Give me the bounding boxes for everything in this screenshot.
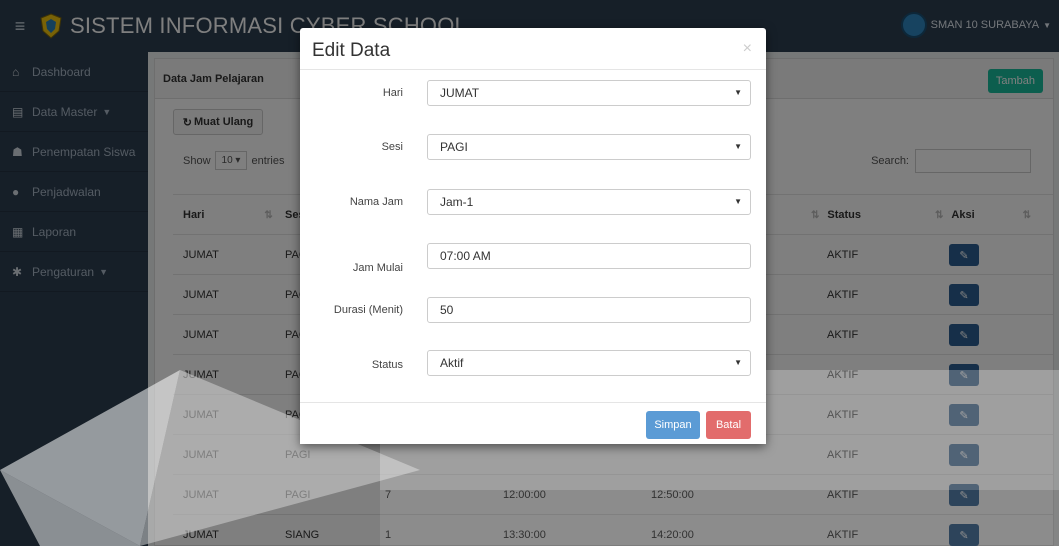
nama-jam-select[interactable]: Jam-1 ▼: [427, 189, 751, 215]
field-nama-jam: Nama Jam Jam-1 ▼: [300, 189, 766, 215]
field-label: Durasi (Menit): [333, 304, 403, 316]
chevron-down-icon: ▼: [734, 142, 742, 151]
field-label: Jam Mulai: [352, 262, 403, 274]
jam-mulai-input[interactable]: 07:00 AM: [427, 243, 751, 269]
status-select[interactable]: Aktif ▼: [427, 350, 751, 376]
field-label: Status: [371, 359, 403, 371]
field-label: Sesi: [381, 141, 403, 153]
hari-select[interactable]: JUMAT ▼: [427, 80, 751, 106]
modal-header: Edit Data ×: [300, 28, 766, 70]
field-durasi: Durasi (Menit) 50: [300, 297, 766, 323]
field-label: Hari: [382, 87, 403, 99]
cancel-button[interactable]: Batal: [706, 411, 751, 439]
field-sesi: Sesi PAGI ▼: [300, 134, 766, 160]
modal-title: Edit Data: [312, 40, 391, 61]
field-jam-mulai: Jam Mulai 07:00 AM: [300, 243, 766, 274]
field-status: Status Aktif ▼: [300, 350, 766, 376]
close-icon[interactable]: ×: [743, 40, 752, 58]
sesi-select[interactable]: PAGI ▼: [427, 134, 751, 160]
field-hari: Hari JUMAT ▼: [300, 80, 766, 106]
chevron-down-icon: ▼: [734, 88, 742, 97]
field-label: Nama Jam: [349, 196, 403, 208]
chevron-down-icon: ▼: [734, 197, 742, 206]
chevron-down-icon: ▼: [734, 358, 742, 367]
modal-footer: Simpan Batal: [300, 402, 766, 444]
edit-modal: Edit Data × Hari JUMAT ▼ Sesi PAGI ▼ Nama …: [300, 28, 766, 444]
save-button[interactable]: Simpan: [646, 411, 700, 439]
durasi-input[interactable]: 50: [427, 297, 751, 323]
